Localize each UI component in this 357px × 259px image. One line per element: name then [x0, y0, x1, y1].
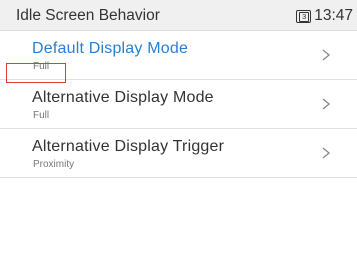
- item-value: Proximity: [33, 159, 75, 170]
- page-title: Idle Screen Behavior: [16, 7, 160, 24]
- settings-list: Default Display Mode Full Alternative Di…: [0, 31, 357, 178]
- chevron-right-icon: [322, 49, 331, 61]
- list-item-alternative-display-trigger[interactable]: Alternative Display Trigger Proximity: [0, 129, 357, 178]
- list-item-alternative-display-mode[interactable]: Alternative Display Mode Full: [0, 80, 357, 129]
- clock-time: 13:47: [314, 7, 353, 24]
- line-status-icon: 3: [296, 9, 312, 23]
- line-number: 3: [299, 11, 310, 22]
- status-area: 3 13:47: [296, 7, 353, 25]
- item-label: Alternative Display Trigger: [32, 138, 225, 155]
- item-label: Alternative Display Mode: [32, 89, 214, 106]
- header-bar: Idle Screen Behavior 3 13:47: [0, 0, 357, 31]
- item-value: Full: [33, 110, 50, 121]
- chevron-right-icon: [322, 147, 331, 159]
- chevron-right-icon: [322, 98, 331, 110]
- item-label: Default Display Mode: [32, 40, 189, 57]
- highlight-annotation-box: [6, 63, 66, 83]
